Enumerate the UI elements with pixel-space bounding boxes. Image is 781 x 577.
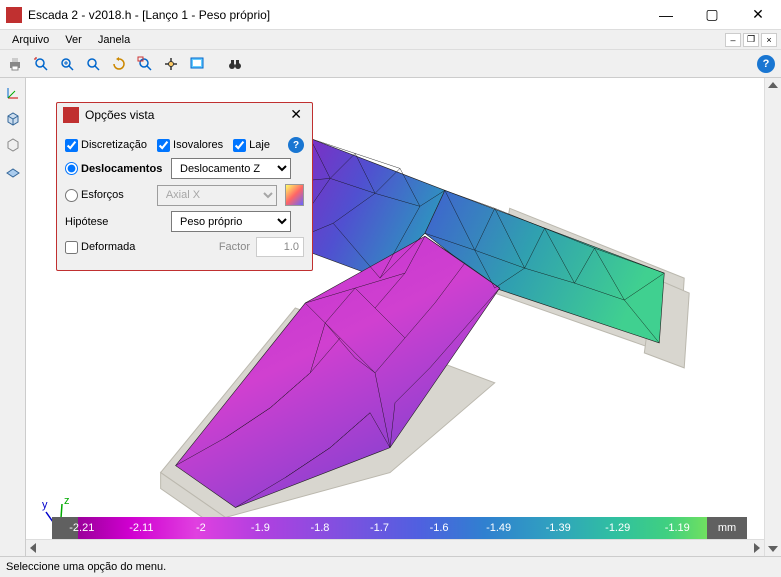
color-scale-labels: -2.21 -2.11 -2 -1.9 -1.8 -1.7 -1.6 -1.49… [52,517,707,539]
panel-help-icon[interactable]: ? [288,137,304,153]
menu-janela[interactable]: Janela [90,32,138,48]
viewport-3d[interactable]: Opções vista ✕ Discretização Isovalores … [26,78,764,556]
svg-text:z: z [64,495,70,507]
print-icon[interactable] [4,53,26,75]
zoom-window-icon[interactable] [82,53,104,75]
color-scale-bar: -2.21 -2.11 -2 -1.9 -1.8 -1.7 -1.6 -1.49… [52,517,747,539]
options-panel-close[interactable]: ✕ [286,106,306,123]
mdi-controls: – ❐ × [725,33,777,47]
window-title: Escada 2 - v2018.h - [Lanço 1 - Peso pró… [28,8,643,22]
factor-label: Factor [219,241,250,253]
panel-app-icon [63,107,79,123]
deformada-checkbox[interactable]: Deformada [65,241,165,254]
axis-tool-icon[interactable] [2,82,24,104]
vertical-scrollbar[interactable] [764,78,781,556]
hipotese-label: Hipótese [65,216,165,228]
deslocamentos-select[interactable]: Deslocamento Z [171,158,291,179]
app-icon [6,7,22,23]
svg-text:y: y [42,499,48,511]
binoculars-icon[interactable] [224,53,246,75]
options-panel-titlebar[interactable]: Opções vista ✕ [57,103,312,126]
redraw-icon[interactable] [186,53,208,75]
toolbar: ? [0,50,781,78]
options-panel-title: Opções vista [85,108,286,122]
left-toolbar [0,78,26,556]
help-icon[interactable]: ? [757,55,775,73]
zoom-in-icon[interactable] [56,53,78,75]
hipotese-select[interactable]: Peso próprio [171,211,291,232]
isovalores-checkbox[interactable]: Isovalores [157,139,223,152]
discretizacao-checkbox[interactable]: Discretização [65,139,147,152]
deslocamentos-radio[interactable]: Deslocamentos [65,162,165,175]
statusbar: Seleccione uma opção do menu. [0,556,781,577]
mdi-minimize[interactable]: – [725,33,741,47]
minimize-button[interactable]: — [643,0,689,30]
menu-ver[interactable]: Ver [57,32,90,48]
maximize-button[interactable]: ▢ [689,0,735,30]
pan-icon[interactable] [160,53,182,75]
zoom-prev-icon[interactable] [134,53,156,75]
cube-tool-icon[interactable] [2,108,24,130]
color-scale-button[interactable] [285,184,304,206]
view-tool-icon[interactable] [2,134,24,156]
esforcos-radio[interactable]: Esforços [65,189,151,202]
esforcos-select: Axial X [157,185,277,206]
menubar: Arquivo Ver Janela – ❐ × [0,30,781,50]
color-scale-gradient: -2.21 -2.11 -2 -1.9 -1.8 -1.7 -1.6 -1.49… [52,517,707,539]
zoom-extents-icon[interactable] [30,53,52,75]
laje-checkbox[interactable]: Laje [233,139,270,152]
close-button[interactable]: ✕ [735,0,781,30]
main-area: Opções vista ✕ Discretização Isovalores … [0,78,781,556]
plane-tool-icon[interactable] [2,160,24,182]
factor-input [256,237,304,257]
mdi-close[interactable]: × [761,33,777,47]
titlebar: Escada 2 - v2018.h - [Lanço 1 - Peso pró… [0,0,781,30]
options-panel-body: Discretização Isovalores Laje ? Deslocam… [57,126,312,270]
color-scale-unit: mm [707,517,747,539]
options-panel: Opções vista ✕ Discretização Isovalores … [56,102,313,271]
menu-arquivo[interactable]: Arquivo [4,32,57,48]
mdi-restore[interactable]: ❐ [743,33,759,47]
rotate-icon[interactable] [108,53,130,75]
window-controls: — ▢ ✕ [643,0,781,30]
horizontal-scrollbar[interactable] [26,539,764,556]
